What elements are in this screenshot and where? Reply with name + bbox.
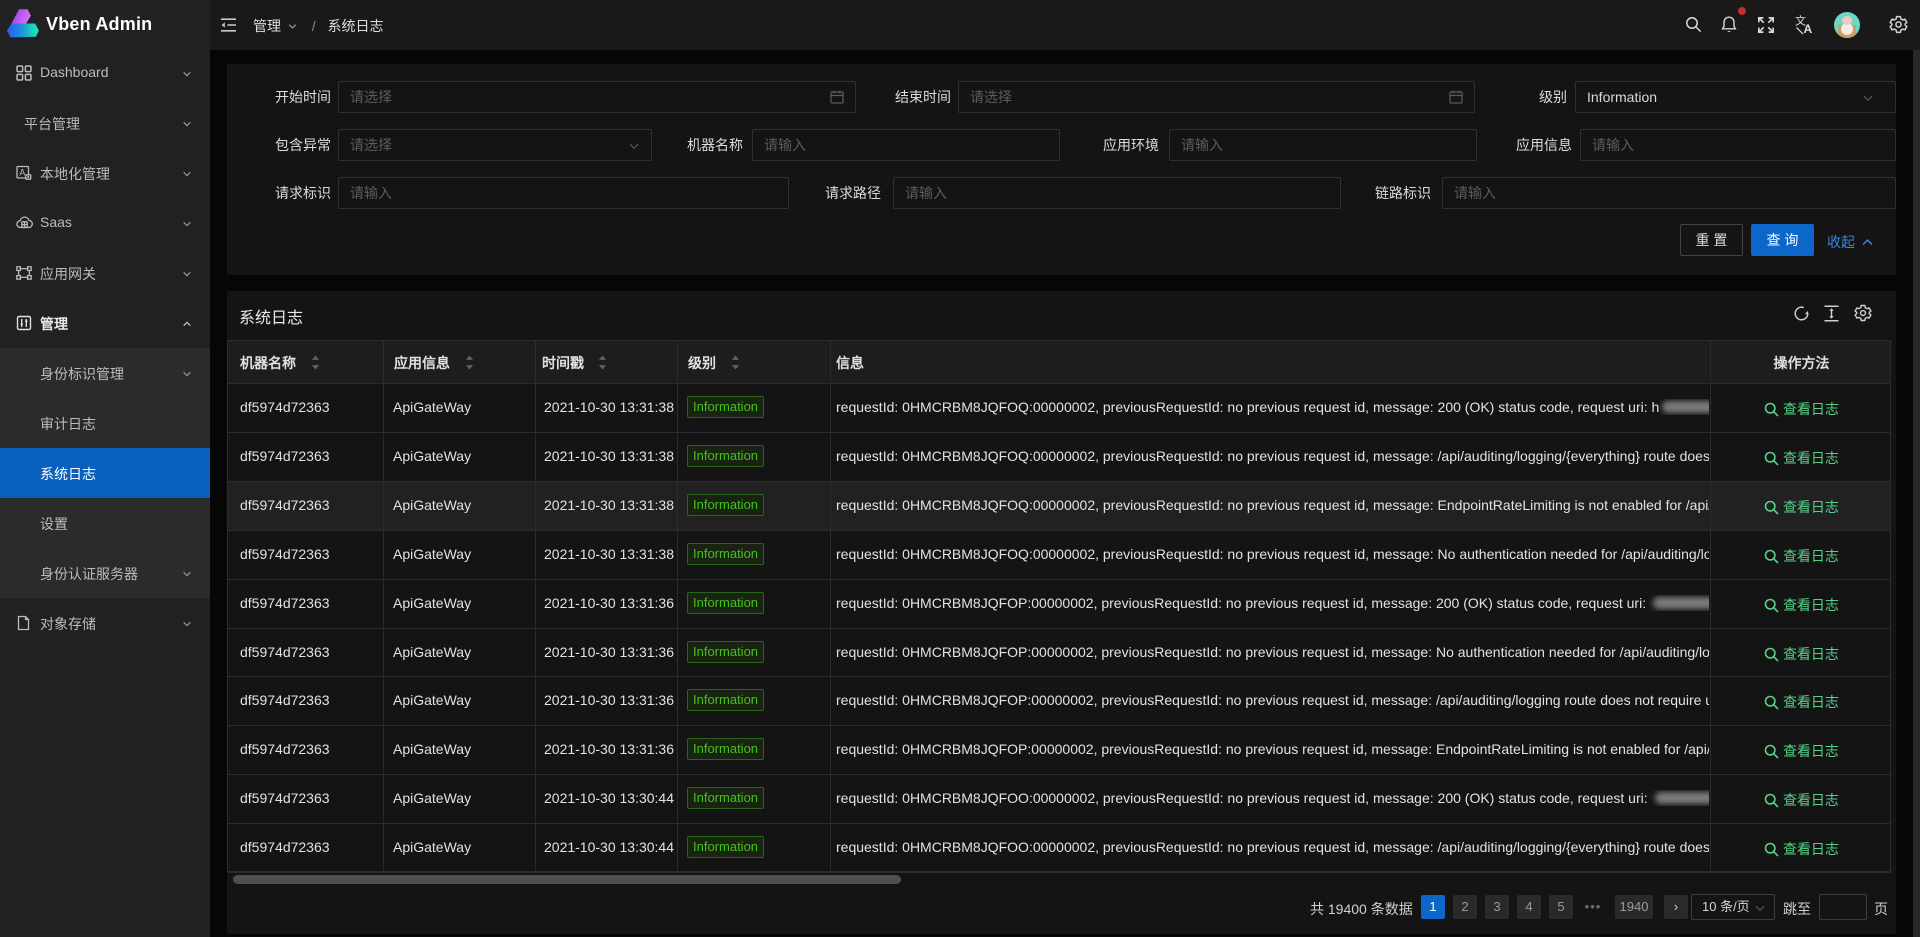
svg-text:A: A	[19, 168, 25, 178]
svg-text:A: A	[1804, 22, 1813, 35]
